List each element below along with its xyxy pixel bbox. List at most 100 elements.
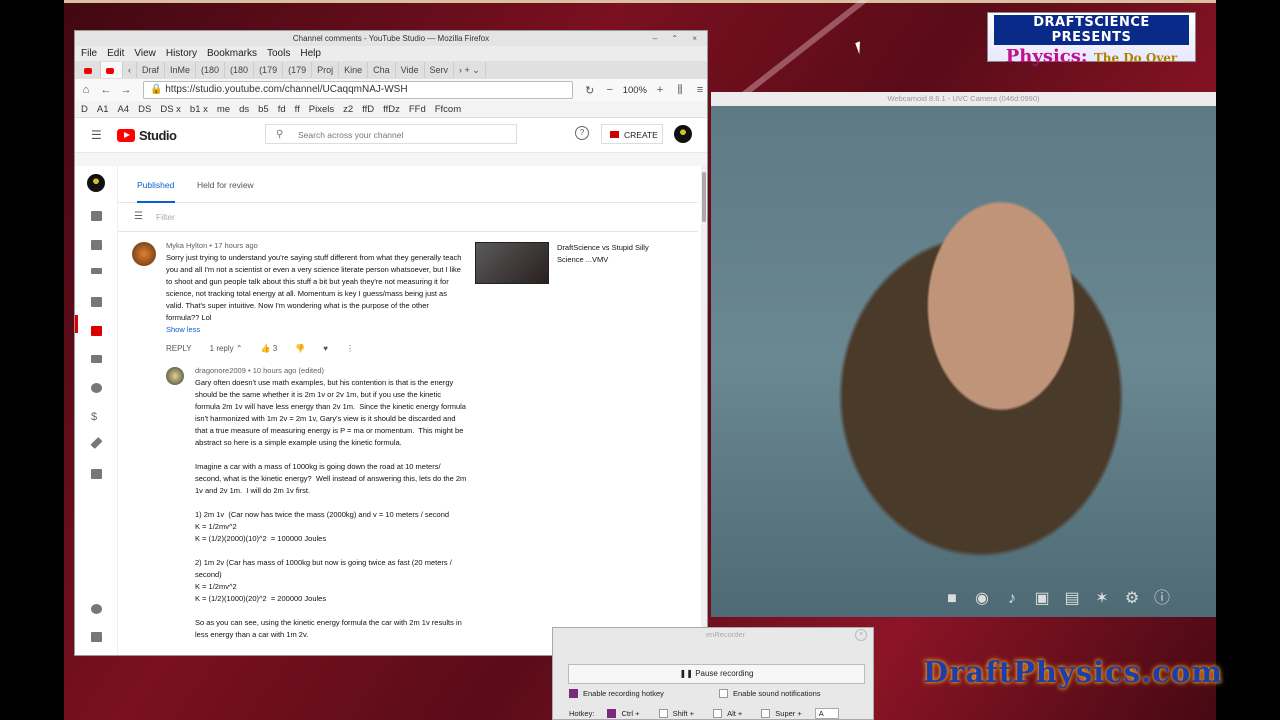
bookmark-14[interactable]: ffDz — [383, 104, 400, 115]
zoom-in-icon[interactable]: + — [653, 84, 667, 96]
bookmark-6[interactable]: me — [217, 104, 230, 115]
tab-2[interactable]: (180 — [196, 62, 226, 78]
search-input[interactable]: ⚲ Search across your channel — [265, 124, 517, 144]
menu-tools[interactable]: Tools — [267, 48, 290, 59]
sound-notifications-option[interactable]: Enable sound notifications — [719, 689, 821, 698]
tab-8[interactable]: Cha — [368, 62, 396, 78]
like-button[interactable]: 👍 3 — [261, 344, 278, 353]
bookmark-5[interactable]: b1 x — [190, 104, 208, 115]
comment-author[interactable]: Myka Hylton — [166, 241, 207, 250]
replies-toggle[interactable]: 1 reply ⌃ — [210, 344, 243, 353]
scroll-thumb[interactable] — [702, 172, 706, 222]
tab-1[interactable]: InMe — [165, 62, 197, 78]
alt-checkbox[interactable] — [713, 709, 723, 718]
tab-6[interactable]: Proj — [312, 62, 340, 78]
tab-9[interactable]: Vide — [396, 62, 425, 78]
hamburger-icon[interactable]: ☰ — [91, 128, 103, 142]
bookmark-12[interactable]: z2 — [343, 104, 353, 115]
magic-wand-icon[interactable]: ✶ — [1091, 589, 1113, 609]
tab-youtube-active[interactable] — [101, 62, 123, 78]
bookmark-2[interactable]: A4 — [118, 104, 130, 115]
reply-avatar[interactable] — [166, 367, 184, 385]
bookmark-9[interactable]: fd — [278, 104, 286, 115]
menu-bookmarks[interactable]: Bookmarks — [207, 48, 257, 59]
filter-bar[interactable]: ☰ Filter — [118, 203, 698, 232]
music-note-icon[interactable]: ♪ — [1001, 589, 1023, 609]
bookmark-16[interactable]: Ffcom — [435, 104, 461, 115]
page-scrollbar[interactable] — [701, 166, 707, 655]
bookmark-11[interactable]: Pixels — [309, 104, 334, 115]
reload-icon[interactable]: ↻ — [583, 84, 597, 97]
analytics-icon[interactable] — [91, 297, 102, 307]
bookmark-1[interactable]: A1 — [97, 104, 109, 115]
audio-library-icon[interactable] — [91, 469, 102, 479]
tab-published[interactable]: Published — [137, 180, 176, 203]
settings-icon[interactable] — [91, 604, 102, 614]
film-icon[interactable]: ▤ — [1061, 589, 1083, 609]
show-less-link[interactable]: Show less — [166, 324, 476, 336]
forward-icon[interactable]: → — [119, 84, 133, 96]
pause-recording-button[interactable]: ❚❚ Pause recording — [568, 664, 865, 684]
recording-hotkey-option[interactable]: Enable recording hotkey — [569, 689, 664, 698]
super-checkbox[interactable] — [761, 709, 771, 718]
tab-5[interactable]: (179 — [283, 62, 313, 78]
feedback-icon[interactable] — [91, 632, 102, 642]
channel-avatar[interactable] — [87, 174, 105, 192]
library-icon[interactable]: ⫼ — [673, 84, 687, 97]
tab-0[interactable]: Draf — [137, 62, 166, 78]
bookmark-7[interactable]: ds — [239, 104, 249, 115]
tab-held-for-review[interactable]: Held for review — [197, 180, 254, 190]
playlists-icon[interactable] — [91, 268, 102, 274]
reply-button[interactable]: REPLY — [166, 344, 192, 353]
video-thumbnail[interactable] — [475, 242, 549, 284]
bookmark-3[interactable]: DS — [138, 104, 151, 115]
new-tab-button[interactable]: › + ⌄ — [454, 62, 486, 78]
create-button[interactable]: CREATE — [601, 124, 663, 144]
bookmark-13[interactable]: ffD — [362, 104, 374, 115]
tab-3[interactable]: (180 — [225, 62, 255, 78]
tab-10[interactable]: Serv — [425, 62, 455, 78]
bookmark-10[interactable]: ff — [295, 104, 300, 115]
more-options-icon[interactable]: ⋮ — [346, 344, 354, 353]
account-avatar[interactable] — [674, 125, 692, 143]
gear-icon[interactable]: ⚙ — [1121, 589, 1143, 609]
bookmark-4[interactable]: DS x — [160, 104, 181, 115]
bookmark-8[interactable]: b5 — [258, 104, 269, 115]
commenter-avatar[interactable] — [132, 242, 156, 266]
close-icon[interactable]: × — [855, 629, 867, 641]
heart-button[interactable]: ♥ — [323, 344, 328, 353]
back-icon[interactable]: ← — [99, 84, 113, 96]
dashboard-icon[interactable] — [91, 211, 102, 221]
dislike-button[interactable]: 👎 — [295, 344, 305, 353]
tab-4[interactable]: (179 — [254, 62, 284, 78]
content-icon[interactable] — [91, 240, 102, 250]
tab-youtube-1[interactable] — [79, 62, 101, 78]
studio-logo[interactable]: Studio — [117, 128, 177, 143]
help-icon[interactable]: ? — [575, 126, 589, 140]
home-icon[interactable]: ⌂ — [79, 84, 93, 96]
subtitles-icon[interactable] — [91, 355, 102, 363]
customization-icon[interactable] — [90, 436, 103, 450]
info-icon[interactable]: ⓘ — [1151, 589, 1173, 609]
ctrl-checkbox[interactable] — [607, 709, 617, 718]
menu-history[interactable]: History — [166, 48, 197, 59]
checkbox-icon[interactable] — [719, 689, 728, 698]
bookmark-0[interactable]: D — [81, 104, 88, 115]
menu-help[interactable]: Help — [300, 48, 321, 59]
tab-scroll-left[interactable]: ‹ — [123, 62, 137, 78]
menu-edit[interactable]: Edit — [107, 48, 124, 59]
video-title[interactable]: DraftScience vs Stupid Silly Science ...… — [557, 242, 677, 266]
shift-checkbox[interactable] — [658, 709, 668, 718]
comments-icon[interactable] — [91, 326, 102, 336]
copyright-icon[interactable] — [91, 383, 102, 393]
zoom-level[interactable]: 100% — [623, 85, 647, 96]
camera-icon[interactable]: ▣ — [1031, 589, 1053, 609]
bookmark-15[interactable]: FFd — [409, 104, 426, 115]
menu-icon[interactable]: ≡ — [693, 84, 707, 96]
monetization-icon[interactable]: $ — [91, 412, 102, 423]
reply-author[interactable]: dragonore2009 — [195, 366, 246, 375]
menu-file[interactable]: File — [81, 48, 97, 59]
tab-7[interactable]: Kine — [339, 62, 369, 78]
webcam-icon[interactable]: ◉ — [971, 589, 993, 609]
window-controls[interactable]: – ⌃ × — [653, 31, 703, 46]
